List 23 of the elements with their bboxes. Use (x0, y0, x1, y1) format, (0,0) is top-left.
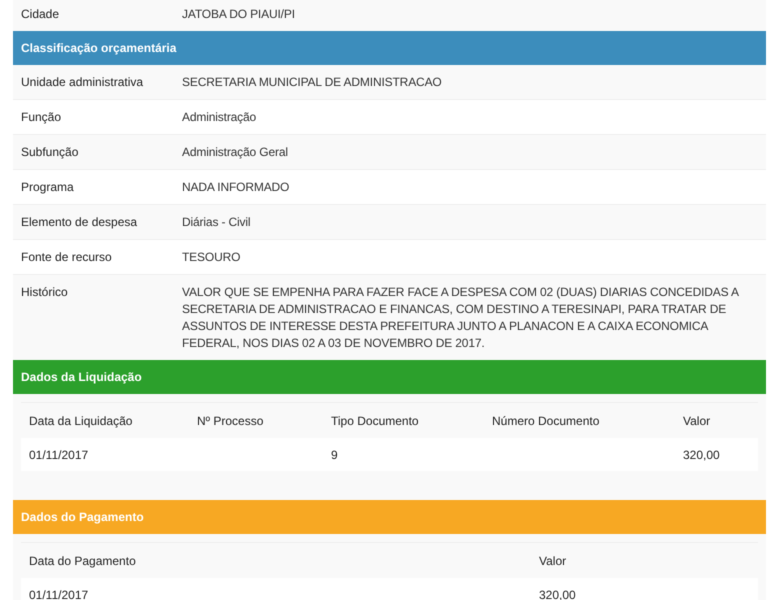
field-value: TESOURO (181, 249, 242, 266)
field-label: Programa (20, 179, 75, 196)
table-cell: 01/11/2017 (21, 438, 189, 471)
field-value: Diárias - Civil (181, 214, 252, 231)
field-value: VALOR QUE SE EMPENHA PARA FAZER FACE A DESPESA COM 02 (DUAS) DIARIAS CONCEDIDAS A SECRETARIA DE ADMINISTRACAO E FINANCAS, COM DESTINO A TERESINAPI, PARA TRATAR DE ASSUNTOS DE INTERESSE DESTA PREFEITURA JUNTO A PLANACON E A CAIXA ECONOMICA FEDERAL, NOS DIAS 02 A 03 DE NOVEMBRO DE 2017. (181, 284, 740, 352)
section-header: Classificação orçamentária (13, 31, 766, 65)
field-label: Subfunção (20, 144, 80, 161)
field-label: Elemento de despesa (20, 214, 138, 231)
field-label: Função (20, 109, 62, 126)
field-label: Unidade administrativa (20, 74, 144, 91)
section-header: Dados da Liquidação (13, 360, 766, 394)
field-value: Administração (181, 109, 258, 126)
table-cell: 9 (323, 438, 484, 471)
field-label: Fonte de recurso (20, 249, 113, 266)
field-label: Histórico (20, 284, 69, 301)
field-value: JATOBA DO PIAUI/PI (181, 6, 296, 23)
field-label: Cidade (20, 6, 60, 23)
table-cell: 01/11/2017 (21, 578, 531, 600)
field-value: SECRETARIA MUNICIPAL DE ADMINISTRACAO (181, 74, 443, 91)
table-cell: 320,00 (675, 438, 758, 471)
field-value: NADA INFORMADO (181, 179, 290, 196)
field-value: Administração Geral (181, 144, 289, 161)
section-header: Dados do Pagamento (13, 500, 766, 534)
